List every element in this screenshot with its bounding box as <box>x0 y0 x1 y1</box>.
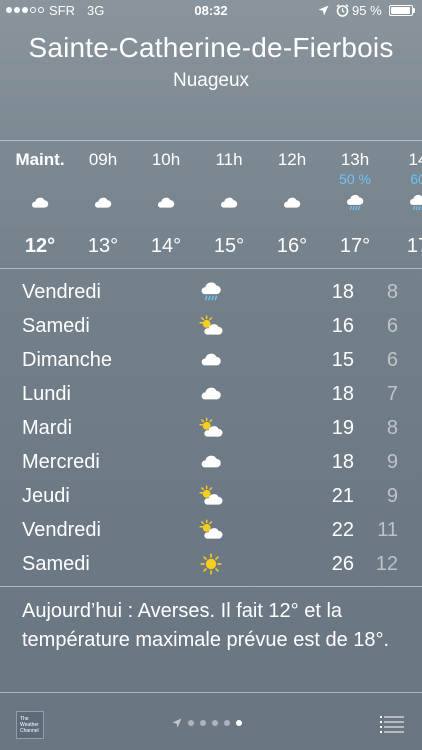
daily-bottom-divider <box>0 586 422 587</box>
daily-forecast-row: Mercredi 18 9 <box>0 446 422 480</box>
low-temperature: 7 <box>386 383 398 405</box>
daily-forecast-row: Mardi 19 8 <box>0 412 422 446</box>
today-summary: Aujourd’hui : Averses. Il fait 12° et la… <box>22 600 390 651</box>
low-temperature: 8 <box>386 417 398 439</box>
page-dot[interactable] <box>188 720 194 726</box>
daily-forecast-row: Vendredi 18 8 <box>0 276 422 310</box>
location-arrow-icon <box>172 718 182 728</box>
high-temperature: 21 <box>331 485 354 507</box>
daily-forecast-row: Samedi 26 12 <box>0 548 422 582</box>
day-name: Vendredi <box>22 519 101 541</box>
daily-forecast-row: Jeudi 21 9 <box>0 480 422 514</box>
list-icon[interactable] <box>380 715 404 733</box>
low-temperature: 9 <box>386 451 398 473</box>
low-temperature: 11 <box>377 519 398 541</box>
day-name: Mardi <box>22 417 73 439</box>
daily-forecast-row: Dimanche 15 6 <box>0 344 422 378</box>
high-temperature: 26 <box>331 553 354 575</box>
alarm-icon <box>336 4 349 17</box>
high-temperature: 18 <box>331 383 354 405</box>
hour-temperature: 13° <box>87 235 119 257</box>
day-name: Lundi <box>22 383 71 405</box>
hour-temperature: 14° <box>150 235 182 257</box>
hourly-item: 14 60 17 <box>387 141 422 267</box>
day-name: Dimanche <box>22 349 113 371</box>
page-dot[interactable] <box>200 720 206 726</box>
cloud-icon <box>198 349 224 371</box>
hour-label: 13h <box>340 150 370 169</box>
hourly-item: 11h 15° <box>198 141 260 267</box>
low-temperature: 12 <box>375 553 398 575</box>
page-dot[interactable] <box>212 720 218 726</box>
battery-icon <box>389 5 413 16</box>
page-indicator[interactable] <box>172 718 242 728</box>
hour-temperature: 16° <box>276 235 308 257</box>
high-temperature: 19 <box>331 417 354 439</box>
daily-forecast-row: Samedi 16 6 <box>0 310 422 344</box>
day-name: Vendredi <box>22 281 101 303</box>
hourly-item: 13h 50 % 17° <box>324 141 386 267</box>
hourly-item: 10h 14° <box>135 141 197 267</box>
cloud-icon <box>29 193 51 213</box>
current-condition: Nuageux <box>172 70 250 91</box>
hourly-forecast[interactable]: Maint. 12° 09h 13° 10h 14° 11h 15° 12h 16° 13h 50 %… <box>0 141 422 267</box>
low-temperature: 6 <box>386 315 398 337</box>
rain-cloud-icon <box>198 281 224 303</box>
high-temperature: 15 <box>331 349 354 371</box>
rain-cloud-icon <box>344 193 366 213</box>
hour-temperature: 17° <box>339 235 371 257</box>
hourly-item: 09h 13° <box>72 141 134 267</box>
daily-forecast-row: Lundi 18 7 <box>0 378 422 412</box>
hourly-item: Maint. 12° <box>9 141 71 267</box>
hour-temperature: 12° <box>24 235 56 257</box>
hourly-item: 12h 16° <box>261 141 323 267</box>
hour-temperature: 17 <box>406 235 422 257</box>
location-services-icon <box>318 5 329 16</box>
city-name: Sainte-Catherine-de-Fierbois <box>28 32 394 63</box>
day-name: Samedi <box>22 315 90 337</box>
rain-cloud-icon <box>407 193 422 213</box>
day-name: Mercredi <box>22 451 100 473</box>
battery-tip <box>413 8 415 13</box>
precipitation-chance: 60 <box>410 171 422 187</box>
precipitation-chance: 50 % <box>339 171 371 187</box>
cloud-icon <box>155 193 177 213</box>
partly-sunny-icon <box>198 417 224 439</box>
hour-label: 12h <box>277 150 307 169</box>
low-temperature: 6 <box>386 349 398 371</box>
day-name: Samedi <box>22 553 90 575</box>
logo-text-line: Channel <box>20 728 39 734</box>
partly-sunny-icon <box>198 519 224 541</box>
daily-forecast-row: Vendredi 22 11 <box>0 514 422 548</box>
cloud-icon <box>198 383 224 405</box>
hour-label: 11h <box>215 150 243 169</box>
weather-channel-logo[interactable]: The Weather Channel <box>16 711 44 739</box>
partly-sunny-icon <box>198 485 224 507</box>
high-temperature: 18 <box>331 281 354 303</box>
status-bar: SFR 3G 08:32 95 % <box>0 0 422 22</box>
partly-sunny-icon <box>198 315 224 337</box>
hour-label: 10h <box>151 150 181 169</box>
page-dot[interactable] <box>224 720 230 726</box>
cloud-icon <box>198 451 224 473</box>
summary-bottom-divider <box>0 692 422 693</box>
high-temperature: 16 <box>331 315 354 337</box>
page-dot[interactable] <box>236 720 242 726</box>
battery-percentage: 95 % <box>352 3 382 18</box>
hour-label: 14 <box>408 150 422 169</box>
battery-level-fill <box>391 7 410 14</box>
hour-label: 09h <box>88 150 118 169</box>
high-temperature: 22 <box>331 519 354 541</box>
hour-temperature: 15° <box>213 235 245 257</box>
low-temperature: 8 <box>386 281 398 303</box>
cloud-icon <box>92 193 114 213</box>
sun-icon <box>198 553 224 575</box>
cloud-icon <box>218 193 240 213</box>
high-temperature: 18 <box>331 451 354 473</box>
day-name: Jeudi <box>22 485 70 507</box>
hourly-bottom-divider <box>0 268 422 269</box>
low-temperature: 9 <box>386 485 398 507</box>
cloud-icon <box>281 193 303 213</box>
hour-label: Maint. <box>15 150 65 169</box>
